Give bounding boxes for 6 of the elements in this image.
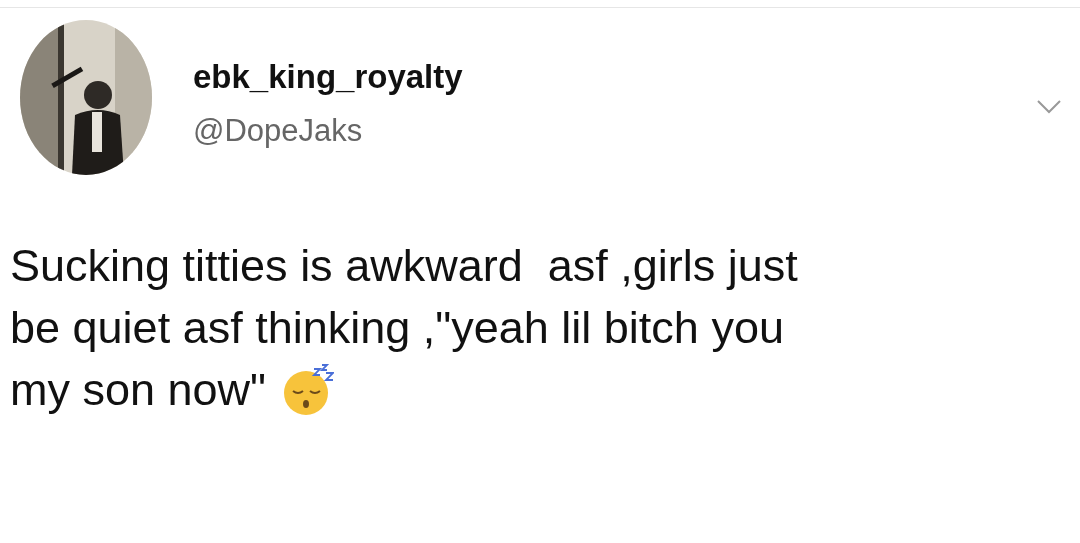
tweet-text-line: my son now"	[10, 363, 267, 417]
chevron-down-icon[interactable]	[1036, 99, 1062, 115]
tweet-text-line: Sucking titties is awkward asf ,girls just	[10, 239, 798, 293]
tweet-text-line: be quiet asf thinking ,"yeah lil bitch you	[10, 301, 784, 355]
author-handle[interactable]: @DopeJaks	[193, 112, 463, 150]
author-name[interactable]: ebk_king_royalty	[193, 58, 463, 96]
